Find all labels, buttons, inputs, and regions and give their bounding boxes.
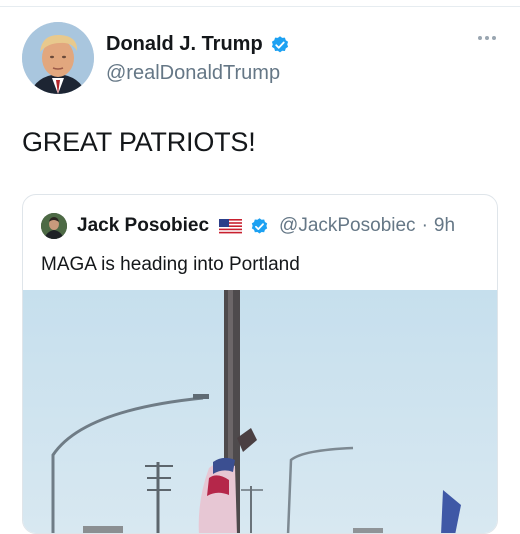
- us-flag-icon: [219, 218, 243, 234]
- top-divider: [0, 6, 520, 7]
- quoted-media-image[interactable]: [23, 290, 498, 534]
- separator-dot: ·: [421, 215, 428, 236]
- author-handle[interactable]: @realDonaldTrump: [106, 62, 290, 85]
- author-avatar[interactable]: [22, 22, 94, 94]
- tweet-text: GREAT PATRIOTS!: [22, 127, 256, 157]
- more-options-icon[interactable]: [478, 36, 496, 40]
- verified-badge-icon: [271, 35, 288, 52]
- quoted-author-handle[interactable]: @JackPosobiec: [279, 215, 416, 237]
- author-display-name[interactable]: Donald J. Trump: [106, 33, 263, 56]
- quoted-author-avatar[interactable]: [41, 213, 67, 239]
- quoted-tweet-text: MAGA is heading into Portland: [41, 254, 300, 275]
- quoted-author-name[interactable]: Jack Posobiec: [77, 215, 209, 237]
- author-block: Donald J. Trump @realDonaldTrump: [106, 33, 290, 85]
- quoted-tweet-card[interactable]: Jack Posobiec @JackPosobiec · 9h MAGA is…: [22, 194, 498, 534]
- quoted-timestamp[interactable]: 9h: [434, 215, 455, 237]
- verified-badge-icon: [251, 217, 268, 234]
- quoted-tweet-header: Jack Posobiec @JackPosobiec · 9h: [41, 213, 455, 239]
